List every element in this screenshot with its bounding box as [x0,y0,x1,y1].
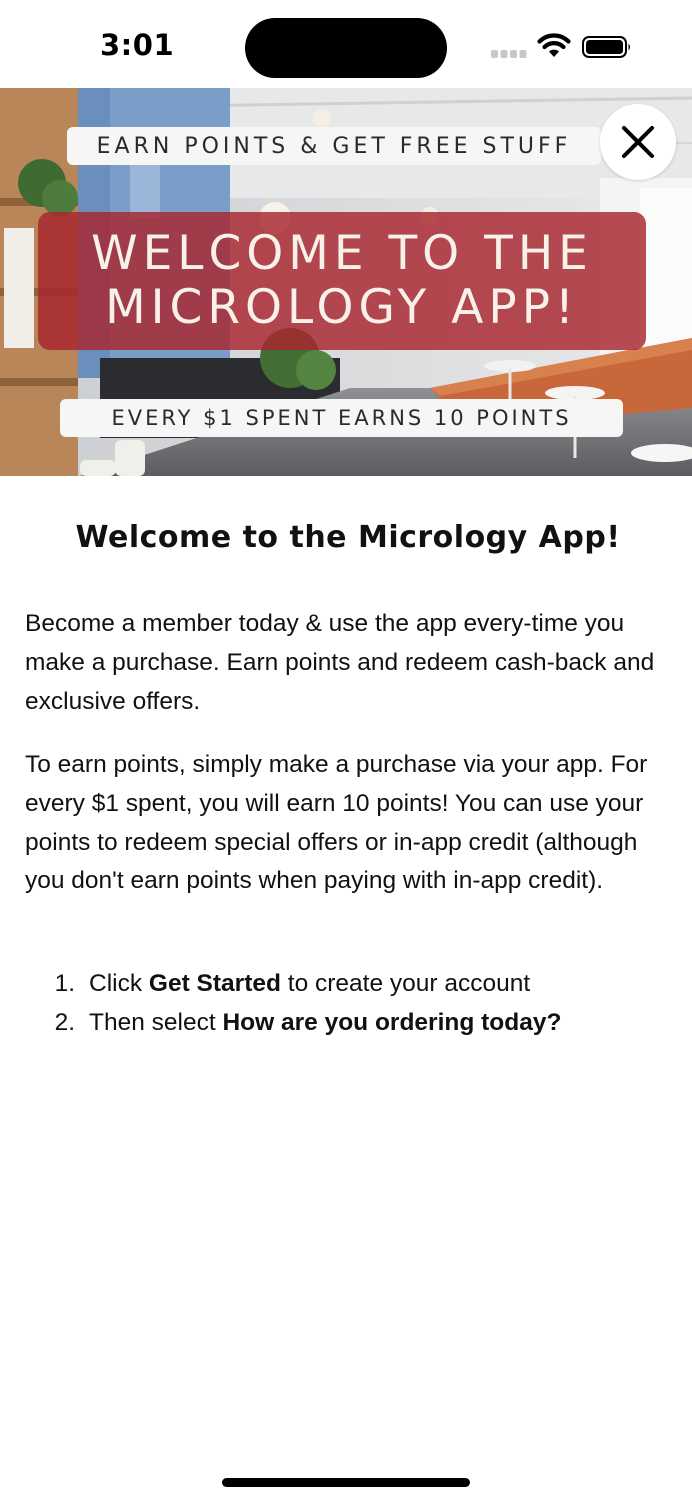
status-bar: 3:01 [0,0,692,88]
status-time: 3:01 [100,28,175,62]
welcome-line-1: WELCOME TO THE [91,226,593,281]
step-text: Then select How are you ordering today? [89,1004,561,1043]
close-button[interactable] [600,104,676,180]
hero-banner: EARN POINTS & GET FREE STUFF WELCOME TO … [0,88,692,476]
step-suffix: to create your account [280,970,531,997]
earn-points-tagline: EARN POINTS & GET FREE STUFF [67,127,601,165]
dynamic-island [245,18,447,78]
page-title: Welcome to the Micrology App! [75,520,621,555]
wifi-icon [537,33,571,57]
steps-list: 1. Click Get Started to create your acco… [25,965,675,1043]
step-prefix: Click [89,970,149,997]
welcome-screen: 3:01 EARN POINTS & GET FREE STUFF WELCOM… [0,0,692,1500]
welcome-content: Welcome to the Micrology App! Become a m… [25,520,675,1036]
cellular-signal-icon [491,50,527,58]
battery-icon [582,36,630,58]
step-bold-text: Get Started [148,970,281,997]
close-icon [622,126,654,158]
welcome-line-2: MICROLOGY APP! [105,280,579,335]
step-bold-text: How are you ordering today? [222,1008,562,1036]
welcome-banner: WELCOME TO THE MICROLOGY APP! [38,212,646,350]
home-indicator[interactable] [222,1478,470,1487]
step-number: 2. [54,1008,75,1036]
points-explanation-paragraph: To earn points, simply make a purchase v… [25,751,648,895]
list-item: 1. Click Get Started to create your acco… [25,965,675,1004]
intro-paragraph: Become a member today & use the app ever… [25,610,655,715]
points-rate-tagline: EVERY $1 SPENT EARNS 10 POINTS [60,399,623,437]
list-item: 2. Then select How are you ordering toda… [25,1004,675,1043]
step-text: Click Get Started to create your account [89,965,530,1004]
step-number: 1. [54,970,75,997]
step-prefix: Then select [89,1008,223,1036]
